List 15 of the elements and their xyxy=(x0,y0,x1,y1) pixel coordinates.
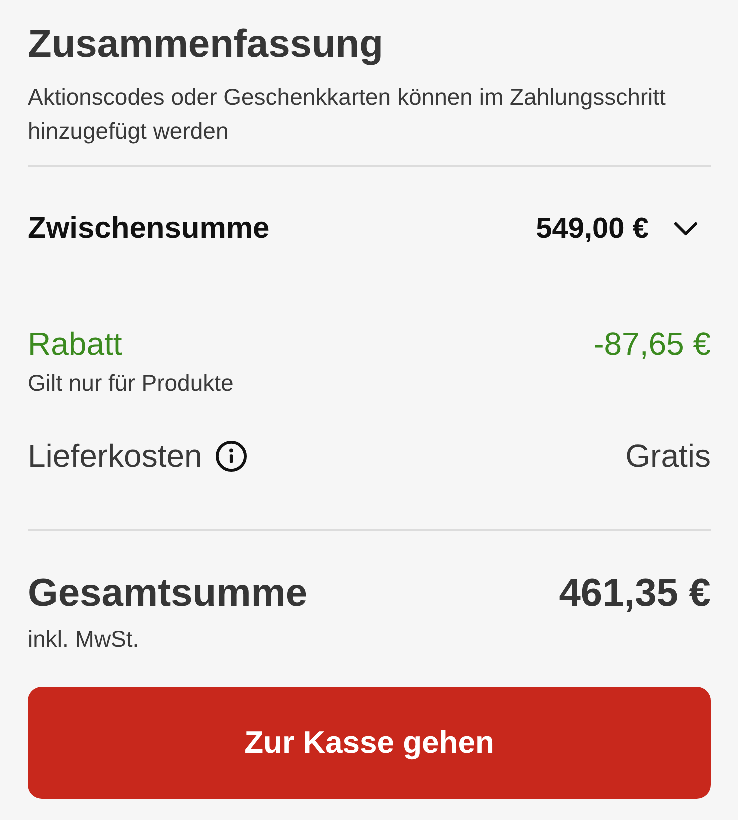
summary-title: Zusammenfassung xyxy=(28,22,384,68)
line-label: Rabatt xyxy=(28,326,122,362)
chevron-icon xyxy=(674,222,698,236)
info-icon[interactable] xyxy=(216,440,248,472)
line-note: Gilt nur für Produkte xyxy=(28,370,235,396)
subtotal-label: Zwischensumme xyxy=(28,212,270,246)
line-amount: Gratis xyxy=(626,438,711,474)
line-amount: -87,65 € xyxy=(594,326,711,362)
total-note: inkl. MwSt. xyxy=(28,626,140,652)
total-amount: 461,35 € xyxy=(559,572,711,616)
total-label: Gesamtsumme xyxy=(28,572,308,616)
checkout-button[interactable]: Zur Kasse gehen xyxy=(28,687,711,799)
subtotal-amount: 549,00 € xyxy=(536,212,649,246)
line-label: Lieferkosten xyxy=(28,438,202,474)
summary-note: Aktionscodes oder Geschenkkarten können im Zahlungsschritt hinzugefügt werden xyxy=(28,83,667,146)
